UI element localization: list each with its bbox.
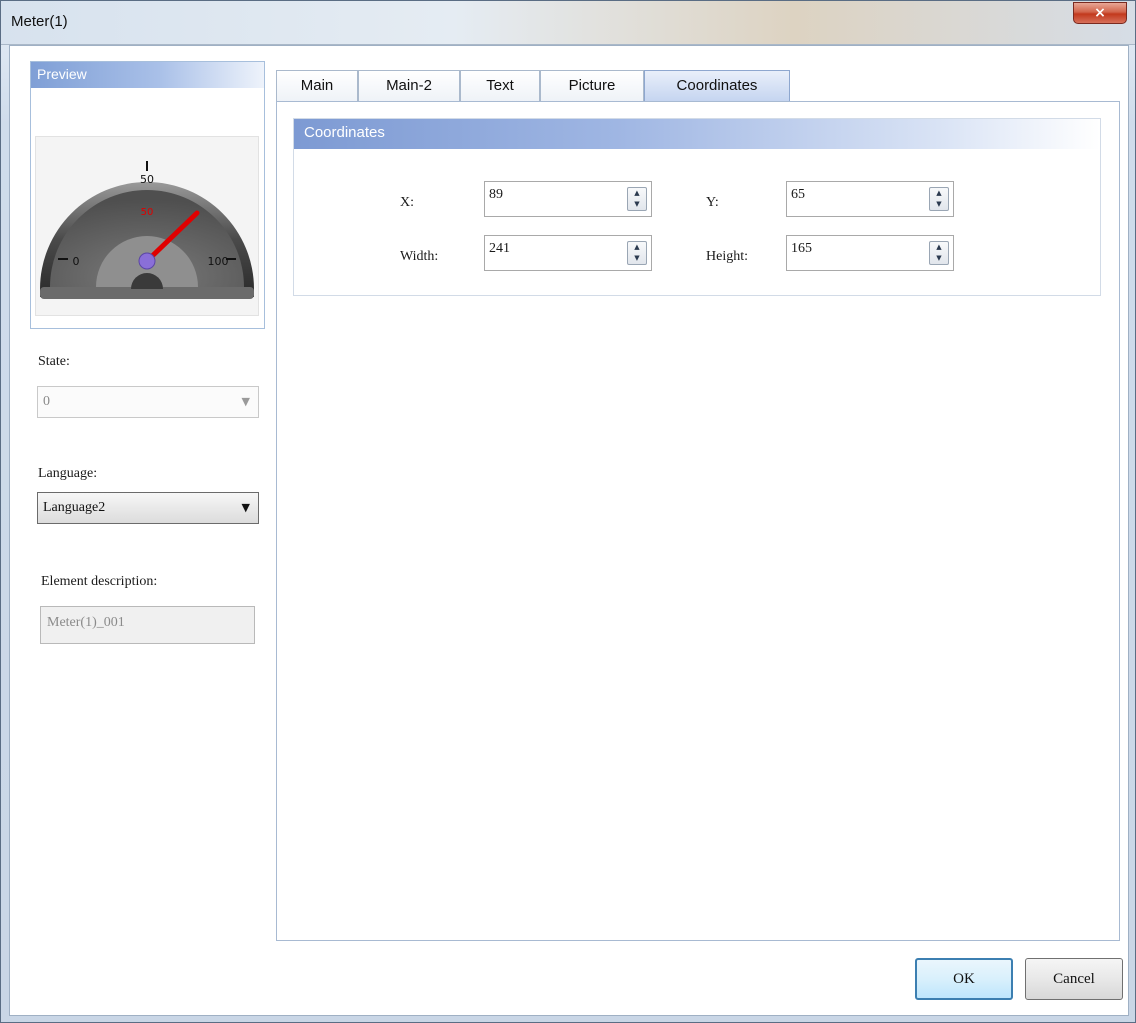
height-spin-buttons[interactable]: ▲ ▼ xyxy=(929,241,949,265)
spin-down-icon[interactable]: ▼ xyxy=(628,199,646,210)
y-spin-buttons[interactable]: ▲ ▼ xyxy=(929,187,949,211)
element-description-label: Element description: xyxy=(41,574,158,589)
gauge-mid-label: 50 xyxy=(140,173,154,186)
state-label: State: xyxy=(38,354,70,369)
dialog-client: Preview 50 50 0 100 State: 0 ▼ Language:… xyxy=(9,45,1129,1016)
tab-text[interactable]: Text xyxy=(460,70,540,102)
width-spin-buttons[interactable]: ▲ ▼ xyxy=(627,241,647,265)
y-spinbox[interactable]: 65 ▲ ▼ xyxy=(786,181,954,217)
width-value: 241 xyxy=(489,241,510,256)
language-value: Language2 xyxy=(43,500,106,515)
preview-canvas: 50 50 0 100 xyxy=(35,136,259,316)
close-button[interactable]: × xyxy=(1073,2,1127,24)
tab-picture[interactable]: Picture xyxy=(540,70,644,102)
tab-main-2[interactable]: Main-2 xyxy=(358,70,460,102)
gauge-hub xyxy=(138,252,156,270)
state-value: 0 xyxy=(43,394,50,409)
state-dropdown[interactable]: 0 ▼ xyxy=(37,386,259,418)
width-spinbox[interactable]: 241 ▲ ▼ xyxy=(484,235,652,271)
close-icon: × xyxy=(1094,5,1106,21)
tab-main[interactable]: Main xyxy=(276,70,358,102)
spin-up-icon[interactable]: ▲ xyxy=(930,188,948,199)
height-value: 165 xyxy=(791,241,812,256)
x-spinbox[interactable]: 89 ▲ ▼ xyxy=(484,181,652,217)
ok-button[interactable]: OK xyxy=(915,958,1013,1000)
coordinates-tab-panel: Coordinates X: 89 ▲ ▼ Y: 65 ▲ ▼ Width: 2… xyxy=(276,101,1120,941)
coordinates-group: Coordinates X: 89 ▲ ▼ Y: 65 ▲ ▼ Width: 2… xyxy=(293,118,1101,296)
spin-down-icon[interactable]: ▼ xyxy=(930,253,948,264)
gauge-value-label: 50 xyxy=(141,207,154,218)
cancel-button[interactable]: Cancel xyxy=(1025,958,1123,1000)
spin-up-icon[interactable]: ▲ xyxy=(628,188,646,199)
x-value: 89 xyxy=(489,187,503,202)
width-label: Width: xyxy=(400,249,439,264)
element-description-field[interactable]: Meter(1)_001 xyxy=(40,606,255,644)
y-value: 65 xyxy=(791,187,805,202)
preview-panel: Preview 50 50 0 100 xyxy=(30,61,265,329)
spin-up-icon[interactable]: ▲ xyxy=(628,242,646,253)
language-label: Language: xyxy=(38,466,98,481)
spin-down-icon[interactable]: ▼ xyxy=(930,199,948,210)
preview-header: Preview xyxy=(31,62,264,88)
coordinates-group-header: Coordinates xyxy=(294,119,1100,149)
chevron-down-icon: ▼ xyxy=(241,395,250,408)
y-label: Y: xyxy=(706,195,719,210)
height-spinbox[interactable]: 165 ▲ ▼ xyxy=(786,235,954,271)
dialog-window: Meter(1) × Preview 50 50 0 100 State: 0 … xyxy=(0,0,1136,1023)
tab-coordinates[interactable]: Coordinates xyxy=(644,70,790,102)
meter-gauge-image: 50 50 0 100 xyxy=(40,161,254,299)
chevron-down-icon: ▼ xyxy=(241,501,250,514)
x-label: X: xyxy=(400,195,414,210)
x-spin-buttons[interactable]: ▲ ▼ xyxy=(627,187,647,211)
gauge-min-label: 0 xyxy=(73,255,80,268)
language-dropdown[interactable]: Language2 ▼ xyxy=(37,492,259,524)
window-title: Meter(1) xyxy=(11,13,68,30)
spin-up-icon[interactable]: ▲ xyxy=(930,242,948,253)
gauge-max-label: 100 xyxy=(208,255,229,268)
height-label: Height: xyxy=(706,249,748,264)
title-bar[interactable]: Meter(1) × xyxy=(1,1,1135,45)
spin-down-icon[interactable]: ▼ xyxy=(628,253,646,264)
element-description-value: Meter(1)_001 xyxy=(47,615,125,630)
